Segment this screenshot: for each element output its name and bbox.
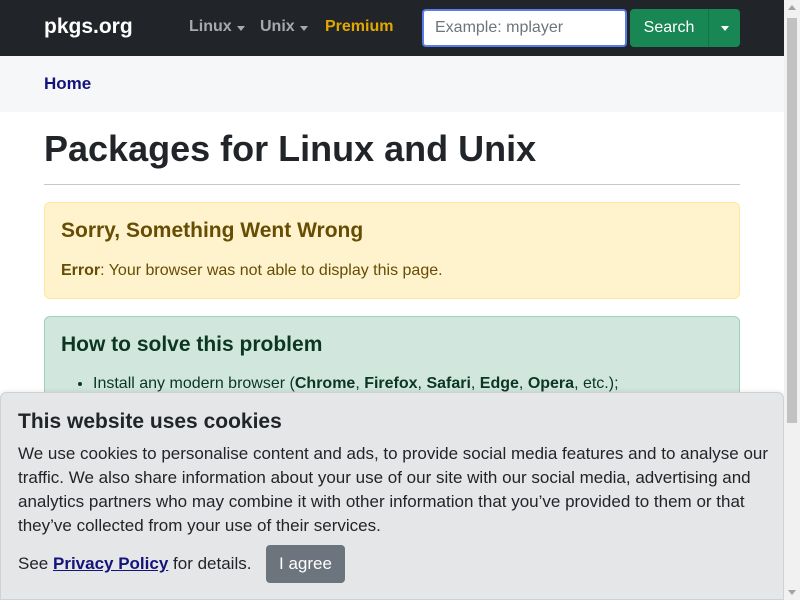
error-alert-heading: Sorry, Something Went Wrong xyxy=(61,219,364,242)
cookie-see-suffix: for details. xyxy=(168,554,252,573)
nav-linux-dropdown[interactable]: Linux xyxy=(189,18,245,36)
caret-down-icon xyxy=(720,25,729,31)
browser-safari-link[interactable]: Safari xyxy=(426,375,470,392)
cookie-banner-text: We use cookies to personalise content an… xyxy=(18,444,769,535)
error-alert: Sorry, Something Went Wrong Error: Your … xyxy=(44,202,740,299)
solution-alert-heading: How to solve this problem xyxy=(61,333,323,356)
cookie-banner-title: This website uses cookies xyxy=(18,410,282,433)
breadcrumb: Home xyxy=(0,56,784,112)
scrollbar-thumb[interactable] xyxy=(787,18,797,423)
search-options-toggle[interactable] xyxy=(708,9,740,47)
agree-button[interactable]: I agree xyxy=(266,545,345,583)
breadcrumb-home-link[interactable]: Home xyxy=(44,74,91,94)
solution-item-prefix: Install any modern browser ( xyxy=(93,375,295,392)
search-button[interactable]: Search xyxy=(630,9,708,47)
scroll-down-arrow-icon[interactable] xyxy=(788,590,796,595)
nav-unix-label: Unix xyxy=(260,18,295,35)
solution-list: Install any modern browser (Chrome, Fire… xyxy=(93,375,619,393)
cookie-see-label: See xyxy=(18,554,53,573)
search-input[interactable] xyxy=(422,9,627,47)
scroll-up-arrow-icon[interactable] xyxy=(788,5,796,10)
navbar: pkgs.org Linux Unix Premium Search xyxy=(0,0,784,56)
browser-opera-link[interactable]: Opera xyxy=(528,375,574,392)
solution-item-suffix: , etc.); xyxy=(574,375,619,392)
privacy-policy-link[interactable]: Privacy Policy xyxy=(53,554,168,573)
browser-firefox-link[interactable]: Firefox xyxy=(364,375,417,392)
list-item: Install any modern browser (Chrome, Fire… xyxy=(93,375,619,393)
caret-down-icon xyxy=(236,25,245,31)
cookie-policy-note: See Privacy Policy for details. xyxy=(18,554,251,574)
error-label: Error xyxy=(61,262,101,279)
error-message: : Your browser was not able to display t… xyxy=(100,262,443,279)
error-alert-body: Error: Your browser was not able to disp… xyxy=(61,262,443,280)
title-divider xyxy=(44,184,740,185)
page-scrollbar[interactable] xyxy=(784,0,800,600)
page: pkgs.org Linux Unix Premium Search Home … xyxy=(0,0,800,600)
page-title: Packages for Linux and Unix xyxy=(44,128,537,169)
caret-down-icon xyxy=(299,25,308,31)
cookie-banner: This website uses cookies We use cookies… xyxy=(0,392,784,600)
browser-chrome-link[interactable]: Chrome xyxy=(295,375,355,392)
nav-unix-dropdown[interactable]: Unix xyxy=(260,18,308,36)
nav-premium-link[interactable]: Premium xyxy=(325,18,393,36)
brand-logo-link[interactable]: pkgs.org xyxy=(44,15,133,39)
nav-linux-label: Linux xyxy=(189,18,232,35)
browser-edge-link[interactable]: Edge xyxy=(480,375,519,392)
